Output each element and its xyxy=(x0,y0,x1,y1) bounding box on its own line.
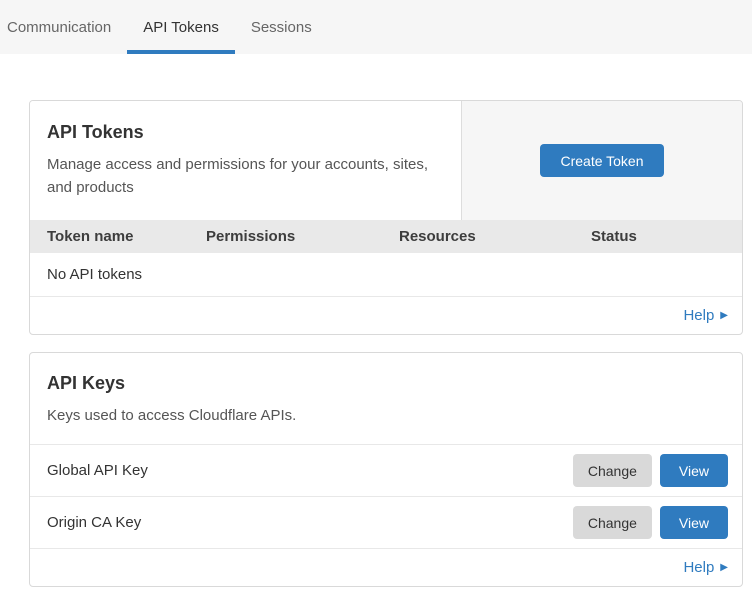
column-header-token-name: Token name xyxy=(47,228,206,245)
help-arrow-icon: ▶ xyxy=(720,562,728,573)
api-keys-card-footer: Help ▶ xyxy=(30,549,742,586)
column-header-resources: Resources xyxy=(399,228,591,245)
help-link-label: Help xyxy=(683,307,714,324)
global-api-key-actions: Change View xyxy=(573,454,728,487)
tab-sessions[interactable]: Sessions xyxy=(235,0,328,54)
api-key-row-global: Global API Key Change View xyxy=(30,445,742,497)
api-tokens-description: Manage access and permissions for your a… xyxy=(47,153,441,200)
api-keys-title: API Keys xyxy=(47,373,725,394)
api-tokens-card-footer: Help ▶ xyxy=(30,297,742,334)
origin-ca-key-view-button[interactable]: View xyxy=(660,506,728,539)
help-link-label: Help xyxy=(683,559,714,576)
create-token-button[interactable]: Create Token xyxy=(540,144,663,177)
column-header-status: Status xyxy=(591,228,742,245)
column-header-permissions: Permissions xyxy=(206,228,399,245)
origin-ca-key-actions: Change View xyxy=(573,506,728,539)
api-tokens-card: API Tokens Manage access and permissions… xyxy=(29,100,743,335)
api-key-row-origin-ca: Origin CA Key Change View xyxy=(30,497,742,549)
tokens-table-header: Token name Permissions Resources Status xyxy=(30,220,742,253)
settings-content: API Tokens Manage access and permissions… xyxy=(0,54,752,587)
tab-communication[interactable]: Communication xyxy=(7,0,127,54)
api-tokens-help-link[interactable]: Help ▶ xyxy=(683,307,728,324)
origin-ca-key-change-button[interactable]: Change xyxy=(573,506,652,539)
api-tokens-card-text: API Tokens Manage access and permissions… xyxy=(30,101,461,220)
help-arrow-icon: ▶ xyxy=(720,310,728,321)
api-keys-card-header: API Keys Keys used to access Cloudflare … xyxy=(30,353,742,445)
global-api-key-change-button[interactable]: Change xyxy=(573,454,652,487)
api-tokens-card-action-area: Create Token xyxy=(461,101,742,220)
api-tokens-title: API Tokens xyxy=(47,122,441,143)
tokens-empty-state: No API tokens xyxy=(30,253,742,297)
api-tokens-card-header: API Tokens Manage access and permissions… xyxy=(30,101,742,220)
settings-tabs: Communication API Tokens Sessions xyxy=(0,0,752,54)
origin-ca-key-label: Origin CA Key xyxy=(47,514,141,531)
api-keys-card: API Keys Keys used to access Cloudflare … xyxy=(29,352,743,587)
api-keys-help-link[interactable]: Help ▶ xyxy=(683,559,728,576)
global-api-key-view-button[interactable]: View xyxy=(660,454,728,487)
global-api-key-label: Global API Key xyxy=(47,462,148,479)
tab-api-tokens[interactable]: API Tokens xyxy=(127,0,235,54)
api-keys-description: Keys used to access Cloudflare APIs. xyxy=(47,404,725,427)
